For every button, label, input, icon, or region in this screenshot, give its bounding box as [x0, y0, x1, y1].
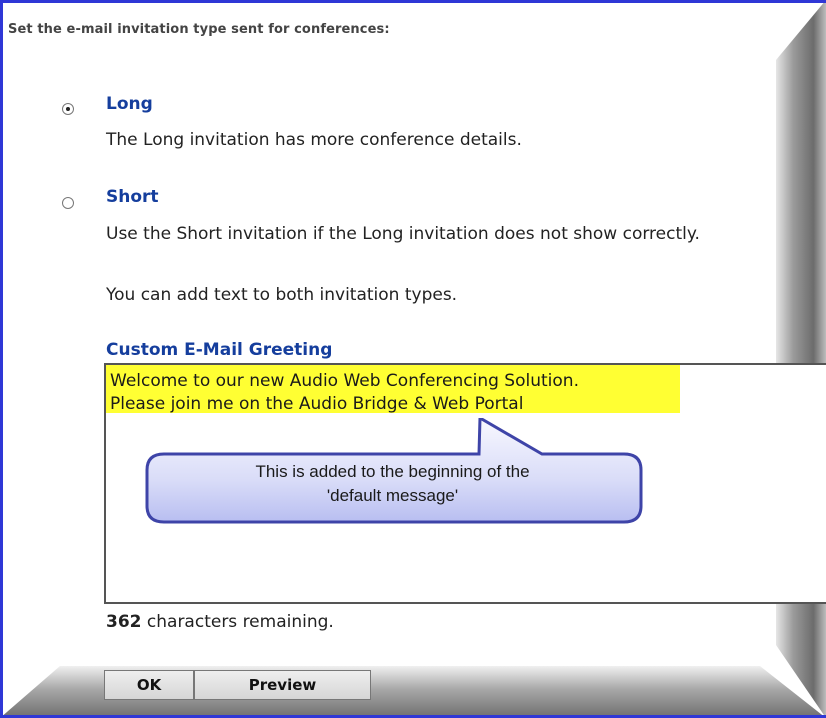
option-short-description: Use the Short invitation if the Long inv…	[106, 224, 700, 244]
right-bevel-edge	[776, 0, 826, 718]
invitation-note: You can add text to both invitation type…	[106, 285, 458, 305]
callout-line-2: 'default message'	[326, 486, 459, 505]
radio-short[interactable]	[62, 197, 74, 209]
remaining-label: characters remaining.	[141, 612, 334, 632]
callout-line-1: This is added to the beginning of the	[255, 462, 530, 481]
greeting-line-2: Please join me on the Audio Bridge & Web…	[110, 394, 524, 414]
page-caption: Set the e-mail invitation type sent for …	[8, 22, 390, 37]
ok-button[interactable]: OK	[104, 670, 194, 700]
characters-remaining: 362 characters remaining.	[106, 612, 334, 632]
preview-button[interactable]: Preview	[194, 670, 371, 700]
greeting-line-1: Welcome to our new Audio Web Conferencin…	[110, 371, 579, 391]
option-short-title[interactable]: Short	[106, 187, 159, 207]
remaining-count: 362	[106, 612, 142, 632]
callout-text: This is added to the beginning of the 'd…	[200, 460, 585, 508]
option-long-description: The Long invitation has more conference …	[106, 130, 522, 150]
option-long-title[interactable]: Long	[106, 94, 153, 114]
greeting-title: Custom E-Mail Greeting	[106, 340, 333, 360]
dialog-frame: Set the e-mail invitation type sent for …	[0, 0, 826, 718]
radio-long[interactable]	[62, 103, 74, 115]
